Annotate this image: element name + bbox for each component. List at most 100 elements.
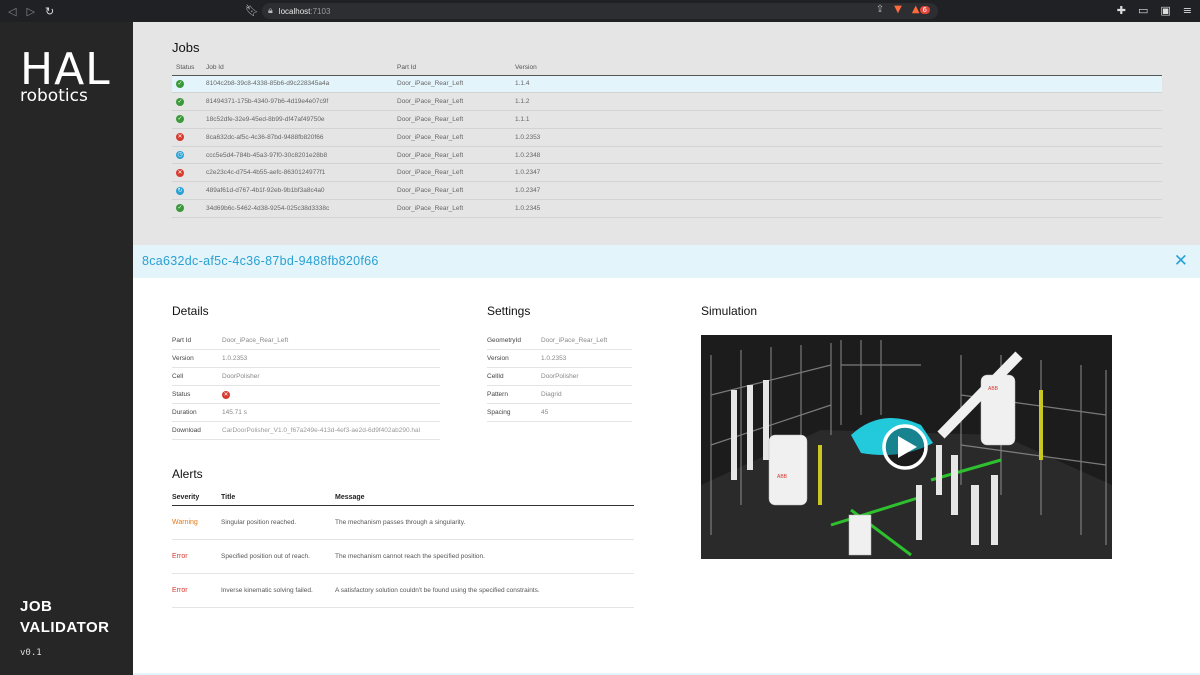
part-id-cell: Door_iPace_Rear_Left (397, 75, 515, 94)
col-title: Title (221, 493, 236, 501)
app-name-line2: VALIDATOR (20, 619, 110, 636)
alerts-header-row: Severity Title Message (172, 489, 634, 506)
settings-key: GeometryId (487, 337, 521, 344)
settings-list: GeometryId Door_iPace_Rear_Left Version 1.… (487, 332, 632, 422)
details-value: 145.71 s (222, 409, 247, 416)
part-id-cell: Door_iPace_Rear_Left (397, 92, 515, 112)
job-id-cell: 34d69b6c-5462-4d38-9254-025c38d3338c (206, 199, 397, 218)
version-cell: 1.1.1 (515, 110, 1162, 129)
job-detail-header: 8ca632dc-af5c-4c36-87bd-9488fb820f66 ✕ (133, 245, 1200, 278)
version-cell: 1.1.2 (515, 92, 1162, 112)
settings-key: CellId (487, 373, 504, 380)
col-job-id[interactable]: Job Id (206, 61, 397, 76)
alerts-table: Severity Title Message Warning Singular … (172, 489, 634, 608)
extensions-icon[interactable]: ✚ (1117, 4, 1126, 17)
jobs-title: Jobs (172, 40, 200, 55)
success-icon: ✓ (176, 115, 184, 124)
alerts-title: Alerts (172, 467, 203, 481)
details-value: DoorPolisher (222, 373, 260, 380)
details-row: Cell DoorPolisher (172, 368, 440, 386)
app-version: v0.1 (20, 648, 42, 658)
address-bar-actions: ⇪ ▼ ▲ 6 (876, 4, 930, 15)
error-icon: ✕ (176, 168, 184, 177)
part-id-cell: Door_iPace_Rear_Left (397, 128, 515, 147)
app-name-line1: JOB (20, 598, 53, 615)
robot-brand-label: ABB (988, 386, 999, 392)
bookmark-icon[interactable]: 🔖︎ (245, 4, 259, 17)
details-key: Status (172, 391, 191, 398)
simulation-title: Simulation (701, 304, 758, 318)
part-id-cell: Door_iPace_Rear_Left (397, 199, 515, 218)
menu-icon[interactable]: ≡ (1183, 4, 1192, 17)
version-cell: 1.1.4 (515, 75, 1162, 94)
alert-title: Singular position reached. (221, 519, 297, 526)
address-bar[interactable]: 🔒︎ localhost:7103 ⇪ ▼ ▲ 6 (262, 3, 938, 19)
part-id-cell: Door_iPace_Rear_Left (397, 110, 515, 129)
details-row: Status ✕ (172, 386, 440, 404)
brave-shield-icon[interactable]: ▼ (894, 4, 902, 15)
download-link[interactable]: CarDoorPolisher_V1.0_f67a249e-413d-4ef3-… (222, 427, 420, 434)
job-id-cell: 489af61d-d767-4b1f-92eb-9b1bf3a8c4a0 (206, 181, 397, 201)
table-row[interactable]: ✓ 18c52dfe-32e9-45ed-8b99-df47af49750e D… (172, 110, 1162, 129)
version-cell: 1.0.2345 (515, 199, 1162, 218)
logo-robotics: robotics (20, 86, 88, 106)
reload-icon[interactable]: ↻ (45, 5, 54, 18)
settings-row: Spacing 45 (487, 404, 632, 422)
back-icon[interactable]: ◁ (8, 5, 16, 18)
details-key: Part Id (172, 337, 192, 344)
col-message: Message (335, 493, 365, 501)
details-list: Part Id Door_iPace_Rear_Left Version 1.0.2… (172, 332, 440, 440)
notification-badge: 6 (919, 6, 930, 14)
job-detail-panel: Details Part Id Door_iPace_Rear_Left Vers… (133, 278, 1200, 675)
table-row[interactable]: ✓ 81494371-175b-4340-97b6-4d19e4e07c9f D… (172, 92, 1162, 112)
col-status[interactable]: Status (172, 61, 206, 76)
table-row[interactable]: ✕ 8ca632dc-af5c-4c36-87bd-9488fb820f66 D… (172, 128, 1162, 147)
col-version[interactable]: Version (515, 61, 1162, 76)
browser-nav: ◁ ▷ ↻ (0, 5, 240, 18)
settings-key: Spacing (487, 409, 511, 416)
version-cell: 1.0.2347 (515, 181, 1162, 201)
table-row[interactable]: ✓ 34d69b6c-5462-4d38-9254-025c38d3338c D… (172, 199, 1162, 218)
success-icon: ✓ (176, 79, 184, 88)
success-icon: ✓ (176, 97, 184, 106)
part-id-cell: Door_iPace_Rear_Left (397, 146, 515, 165)
wallet-icon[interactable]: ▣ (1160, 4, 1170, 17)
lock-icon: 🔒︎ (268, 6, 273, 16)
table-row[interactable]: ↻ 489af61d-d767-4b1f-92eb-9b1bf3a8c4a0 D… (172, 181, 1162, 201)
rewards-icon[interactable]: ▲ 6 (912, 4, 930, 15)
alert-message: A satisfactory solution couldn't be foun… (335, 587, 540, 594)
table-row[interactable]: ✓ 8104c2b8-39c8-4338-85b6-d9c228345a4a D… (172, 75, 1162, 94)
forward-icon[interactable]: ▷ (26, 5, 34, 18)
details-key: Download (172, 427, 201, 434)
sidebar-toggle-icon[interactable]: ▭ (1138, 4, 1148, 17)
settings-value: DoorPolisher (541, 373, 579, 380)
settings-key: Version (487, 355, 509, 362)
details-row: Part Id Door_iPace_Rear_Left (172, 332, 440, 350)
jobs-section: Jobs Status Job Id Part Id Version ✓ 810… (172, 40, 1162, 218)
alert-severity: Error (172, 553, 188, 560)
jobs-table: Status Job Id Part Id Version ✓ 8104c2b8… (172, 61, 1162, 218)
settings-row: Pattern Diagrid (487, 386, 632, 404)
settings-row: GeometryId Door_iPace_Rear_Left (487, 332, 632, 350)
table-row[interactable]: ✕ c2e23c4c-d754-4b55-aefc-8630124977f1 D… (172, 163, 1162, 183)
job-id-cell: ccc5e5d4-784b-45a3-97f0-30c8201e28b8 (206, 146, 397, 165)
share-icon[interactable]: ⇪ (876, 4, 884, 15)
app-name: JOB VALIDATOR (20, 596, 110, 638)
robot-brand-label: ABB (777, 474, 788, 480)
simulation-viewer[interactable]: ABB ABB (701, 335, 1112, 559)
error-icon: ✕ (176, 133, 184, 142)
close-icon[interactable]: ✕ (1174, 251, 1188, 271)
alert-message: The mechanism cannot reach the specified… (335, 553, 485, 560)
details-row: Download CarDoorPolisher_V1.0_f67a249e-41… (172, 422, 440, 440)
alert-message: The mechanism passes through a singulari… (335, 519, 466, 526)
table-row[interactable]: ◷ ccc5e5d4-784b-45a3-97f0-30c8201e28b8 D… (172, 146, 1162, 165)
version-cell: 1.0.2353 (515, 128, 1162, 147)
part-id-cell: Door_iPace_Rear_Left (397, 163, 515, 183)
extensions-area: ✚ ▭ ▣ ≡ (1117, 4, 1192, 17)
details-row: Duration 145.71 s (172, 404, 440, 422)
col-part-id[interactable]: Part Id (397, 61, 515, 76)
settings-title: Settings (487, 304, 531, 318)
alert-row: Warning Singular position reached. The m… (172, 506, 634, 540)
settings-value: Door_iPace_Rear_Left (541, 337, 608, 344)
version-cell: 1.0.2348 (515, 146, 1162, 165)
